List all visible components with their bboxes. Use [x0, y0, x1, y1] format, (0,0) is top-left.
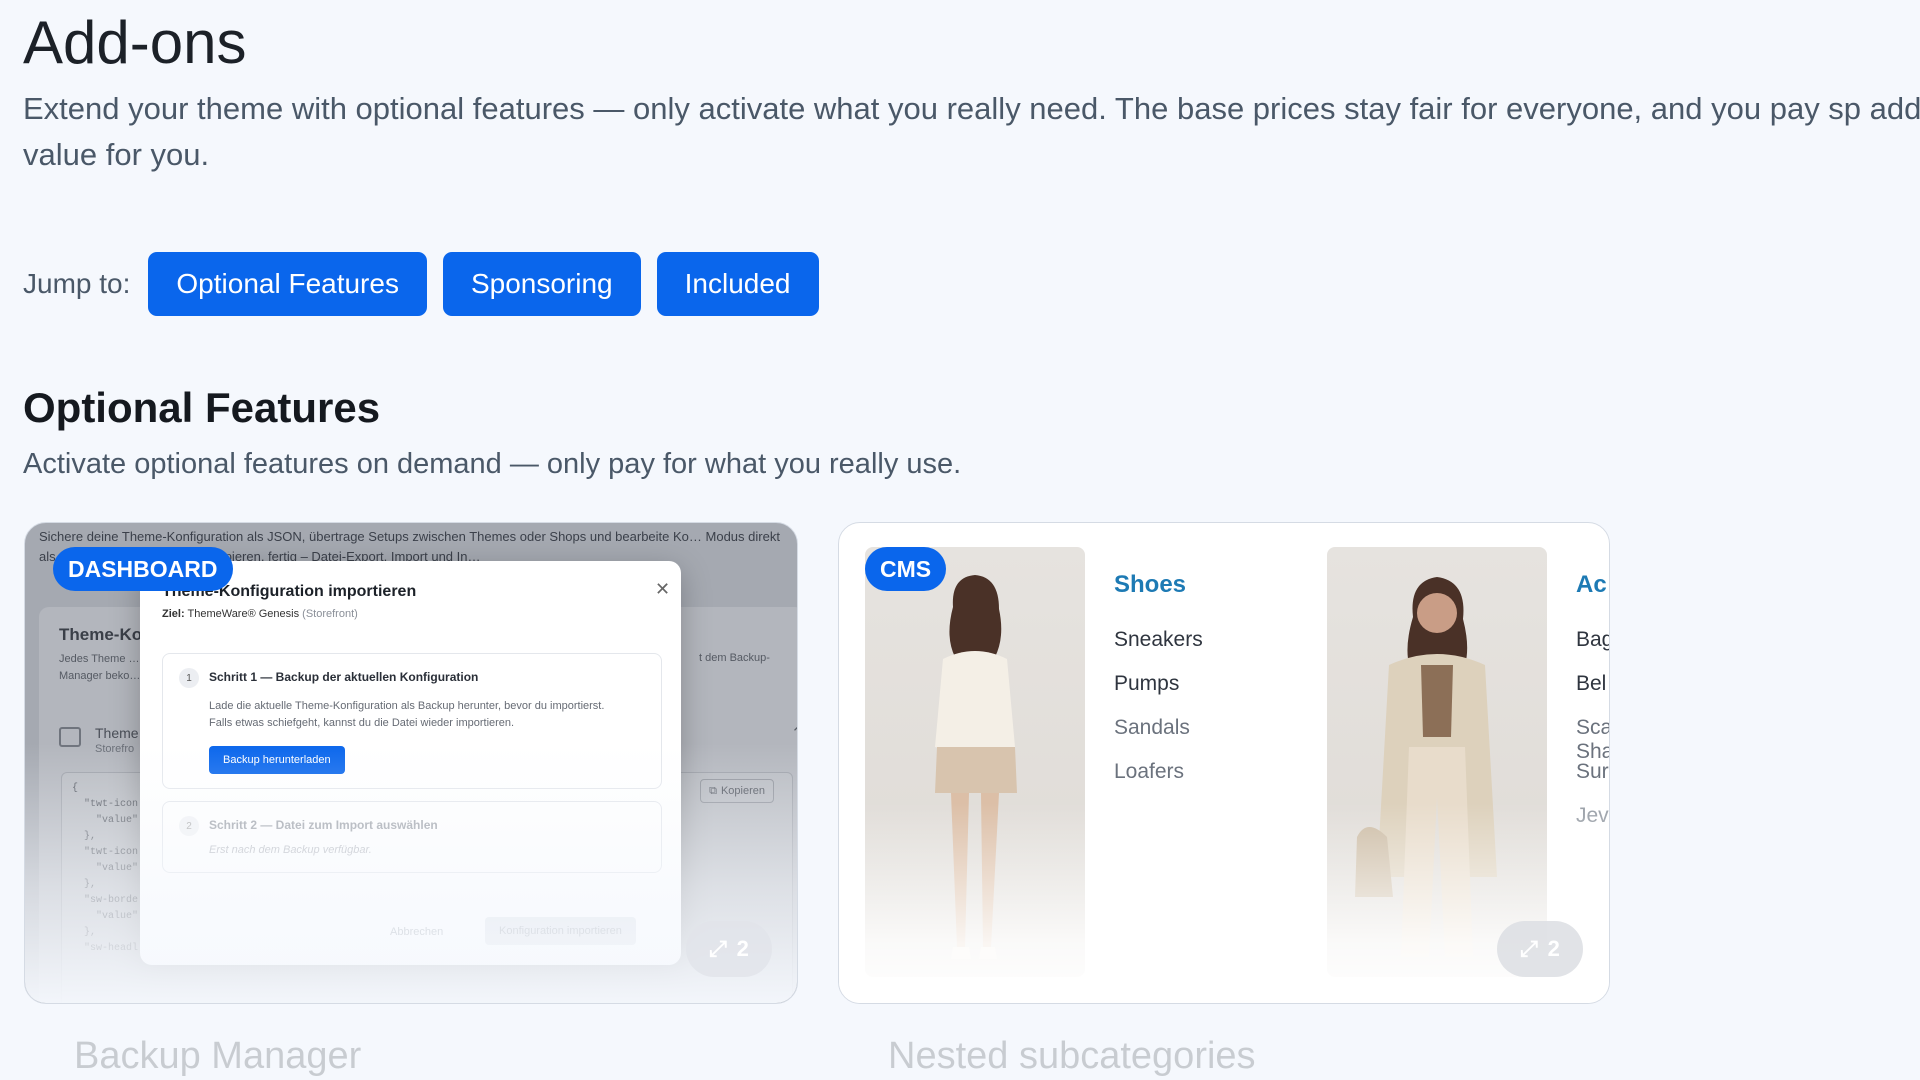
category-item: Sur [1576, 760, 1609, 783]
category-item: Sca Sha [1576, 716, 1610, 763]
preview-row-sublabel: Storefro [95, 743, 135, 755]
preview-copy-button: ⧉ Kopieren [700, 779, 774, 803]
preview-copy-label: Kopieren [720, 785, 765, 797]
category-title-shoes: Shoes [1114, 571, 1187, 598]
list-icon [59, 727, 81, 747]
addon-card-nested-subcategories[interactable]: Shoes Sneakers Pumps Sandals Loafers Ac … [838, 522, 1610, 1004]
gallery-count: 2 [736, 936, 749, 961]
gallery-expand-button[interactable]: ⤢ 2 [1497, 921, 1583, 977]
step-description: Lade die aktuelle Theme-Konfiguration al… [209, 700, 605, 729]
product-photo [1327, 547, 1547, 977]
category-list-shoes: Sneakers Pumps Sandals Loafers [1114, 628, 1203, 804]
step-title: Schritt 2 — Datei zum Import auswählen [209, 818, 438, 832]
modal-target-value: ThemeWare® Genesis [187, 608, 300, 620]
card-caption-nested-subcategories: Nested subcategories [888, 1035, 1256, 1077]
step-description: Erst nach dem Backup verfügbar. [209, 844, 372, 856]
step-title: Schritt 1 — Backup der aktuellen Konfigu… [209, 670, 479, 684]
expand-icon: ⤢ [1520, 936, 1538, 961]
section-title: Optional Features [23, 384, 381, 431]
category-item: Sneakers [1114, 628, 1203, 651]
model-illustration [1355, 577, 1497, 957]
card-caption-backup-manager: Backup Manager [74, 1035, 362, 1077]
category-item: Sandals [1114, 716, 1190, 739]
page-title: Add-ons [23, 9, 247, 76]
expand-icon: ⤢ [709, 936, 727, 961]
category-item: Bag [1576, 628, 1610, 651]
category-list-accessories: Bag Bel Sca Sha Sur Jev [1576, 628, 1610, 848]
import-modal: Theme-Konfiguration importieren Ziel: Th… [140, 561, 681, 965]
modal-step-1: 1 Schritt 1 — Backup der aktuellen Konfi… [162, 653, 662, 789]
product-photo [865, 547, 1085, 977]
category-item: Bel [1576, 672, 1607, 695]
modal-cancel-button: Abbrechen [390, 926, 444, 938]
category-title-accessories: Ac [1576, 571, 1607, 598]
section-subtitle: Activate optional features on demand — o… [23, 448, 962, 480]
modal-target: Ziel: ThemeWare® Genesis (Storefront) [162, 608, 358, 620]
step-number: 1 [179, 668, 199, 688]
modal-import-button: Konfiguration importieren [485, 917, 636, 945]
gallery-count: 2 [1547, 936, 1560, 961]
preview-code-text: { "twt-icon "value" }, "twt-icon "value"… [72, 783, 139, 954]
jump-nav: Jump to: Optional Features Sponsoring In… [23, 252, 819, 316]
chevron-up-icon: ⌃ [791, 724, 797, 742]
model-illustration [935, 575, 1017, 959]
preview-panel-title: Theme-Ko [59, 625, 143, 644]
modal-target-label: Ziel: [162, 608, 185, 620]
modal-target-context: (Storefront) [302, 608, 358, 620]
category-badge: DASHBOARD [53, 547, 233, 591]
category-item: Loafers [1114, 760, 1185, 783]
category-badge: CMS [865, 547, 947, 591]
close-icon: ✕ [655, 579, 671, 599]
addon-card-backup-manager[interactable]: Sichere deine Theme-Konfiguration als JS… [24, 522, 798, 1004]
page-intro: Extend your theme with optional features… [23, 91, 1920, 172]
gallery-expand-button[interactable]: ⤢ 2 [686, 921, 772, 977]
preview-panel-right-text: t dem Backup- [699, 652, 770, 664]
jump-label: Jump to: [23, 268, 131, 299]
preview-panel-description: Jedes Theme … Manager beko… [59, 653, 141, 682]
modal-step-2: 2 Schritt 2 — Datei zum Import auswählen… [162, 801, 662, 873]
jump-sponsoring-button[interactable]: Sponsoring [442, 252, 641, 316]
backup-download-button: Backup herunterladen [209, 746, 345, 774]
category-item: Jev [1576, 804, 1609, 827]
preview-row-label: Theme [95, 725, 139, 741]
jump-optional-features-button[interactable]: Optional Features [148, 252, 427, 316]
jump-included-button[interactable]: Included [656, 252, 819, 316]
category-item: Pumps [1114, 672, 1180, 695]
step-number: 2 [179, 816, 199, 836]
copy-icon: ⧉ [709, 784, 717, 797]
